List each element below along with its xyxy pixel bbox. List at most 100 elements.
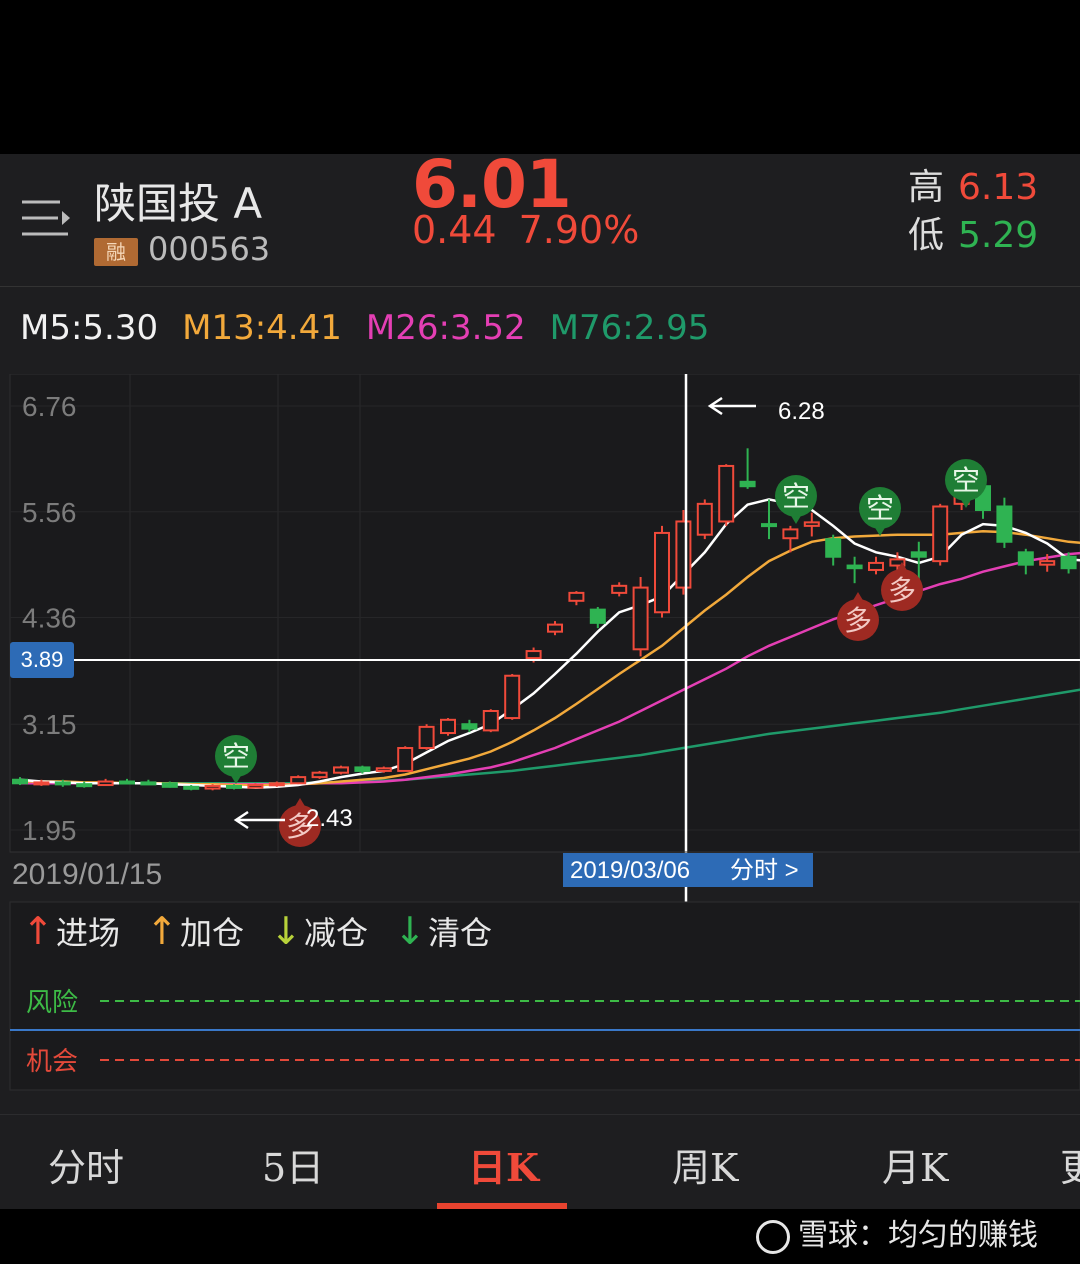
candle-body [910,551,927,558]
kline-chart[interactable]: 6.765.564.363.151.95 空空 空空多多多2.43 3.89 6.… [0,373,1080,1114]
tab-more[interactable]: 更 [1060,1137,1080,1192]
candle [333,765,349,775]
active-tab-indicator [437,1203,567,1209]
candle-body [204,784,221,790]
candle [204,784,221,791]
candle-body [397,747,414,772]
candle [675,510,692,595]
candle-body [290,776,307,785]
y-tick-label: 4.36 [22,603,77,634]
candle-body [333,766,349,774]
candle [161,781,178,788]
clear-label: 清仓 [428,914,492,952]
low-price: 低 5.29 [908,206,1038,258]
candle-body [782,528,799,540]
ma76-label: M76:2.95 [549,308,710,348]
candle-body [247,784,264,789]
candle-body [996,505,1013,543]
opportunity-label: 机会 [26,1047,78,1077]
candle [226,784,242,790]
candle [418,724,435,750]
candle [696,499,713,540]
candle [247,783,264,789]
change-amount: 0.44 [412,208,497,252]
tab-daily-k[interactable]: 日K [468,1137,539,1192]
period-tabs: 分时 5日 日K 周K 月K 更 [0,1114,1080,1209]
high-price: 高 6.13 [908,158,1038,210]
candle-body [611,584,628,594]
status-bar [0,0,1080,154]
candle-body [547,623,563,633]
candle-body [589,608,606,624]
entry-arrow-icon: ↑ [22,909,54,953]
candle [311,770,328,779]
candle-body [418,725,435,750]
price-change: 0.44 7.90% [412,208,661,252]
candle-body [140,781,157,786]
signal-text: 空 [222,740,250,773]
candle-body [868,561,884,571]
candle [718,464,735,526]
candle [268,781,285,787]
candle-body [696,502,713,536]
low-value: 5.29 [958,215,1039,256]
ma26-label: M26:3.52 [365,308,526,348]
crosshair-date: 2019/03/06 [570,857,690,884]
candle-body [504,674,521,720]
risk-label: 风险 [26,988,78,1018]
reduce-arrow-icon: ↓ [270,909,302,953]
quote-header: 陕国投 A 融 000563 6.01 0.44 7.90% 高 6.13 低 5.2… [0,146,1080,286]
candle-body [12,778,28,785]
signal-text: 空 [782,480,810,513]
candle-body [268,782,285,787]
intraday-link[interactable]: 分时 > [730,857,799,884]
y-tick-label: 3.15 [22,709,77,740]
stock-detail-page: 陕国投 A 融 000563 6.01 0.44 7.90% 高 6.13 低 5.2… [0,146,1080,1209]
tab-monthly-k[interactable]: 月K [882,1137,948,1192]
tab-weekly-k[interactable]: 周K [672,1137,738,1192]
candle-body [568,591,585,602]
candle-body [1017,551,1034,566]
signal-text: 多 [844,604,872,637]
candle-body [226,784,242,789]
tab-5day[interactable]: 5日 [262,1137,324,1192]
candle-body [440,718,456,735]
candle-body [161,782,178,788]
y-tick-label: 1.95 [22,815,77,846]
y-tick-label: 6.76 [22,391,77,422]
candle [504,673,521,720]
candle-body [375,767,392,772]
kline-chart-area[interactable]: 6.76 5.56 4.36 3.15 1.95 空空空空多多多 2.43 3.89 6.… [0,373,1080,1114]
change-percent: 7.90% [518,208,640,252]
high-label: 高 [908,167,945,208]
menu-icon[interactable] [22,198,70,238]
xueqiu-logo-icon [756,1219,790,1254]
candle-body [932,505,949,563]
candle [654,525,670,618]
candle-body [718,464,735,523]
candle-body [119,780,135,785]
candle-body [461,723,478,730]
candle-body [632,586,649,651]
add-arrow-icon: ↑ [146,909,178,953]
tab-intraday[interactable]: 分时 [48,1137,124,1192]
y-tick-label: 5.56 [22,497,77,528]
min-annotation: 2.43 [306,805,353,832]
candle [183,785,200,791]
ma5-label: M5:5.30 [20,308,159,348]
candle-body [311,771,328,779]
candle [482,709,499,733]
max-annotation: 6.28 [778,398,825,425]
candle [375,766,392,773]
candle-body [1060,555,1077,570]
entry-label: 进场 [56,914,120,952]
candle-body [183,785,200,790]
signal-text: 空 [952,464,980,497]
candle-body [1039,560,1056,566]
candle-body [33,781,50,786]
candle [440,718,456,736]
price-panel [9,373,1080,853]
candle-body [525,650,542,660]
signal-text: 多 [888,574,916,607]
candle [397,746,414,772]
